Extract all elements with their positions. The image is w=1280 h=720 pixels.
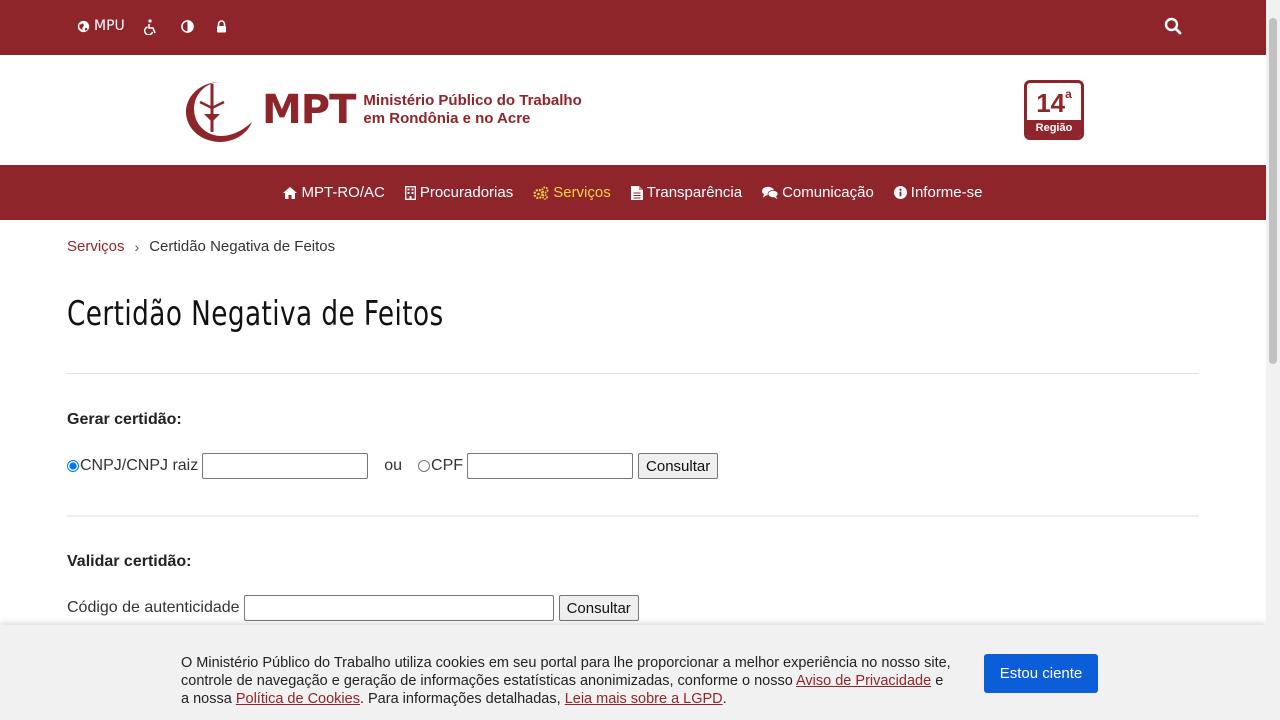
generate-consultar-button[interactable]: Consultar <box>638 453 719 479</box>
breadcrumb: Serviços › Certidão Negativa de Feitos <box>67 238 335 255</box>
cpf-input[interactable] <box>467 453 634 479</box>
divider <box>67 373 1199 374</box>
or-label: ou <box>384 457 403 474</box>
region-number: 14a <box>1036 87 1072 118</box>
info-icon <box>893 186 907 199</box>
logo-acronym: MPT <box>262 87 356 133</box>
nav-label: MPT-RO/AC <box>301 184 385 201</box>
contrast-icon <box>181 20 194 33</box>
cookie-text: O Ministério Público do Trabalho utiliza… <box>181 655 951 707</box>
breadcrumb-current: Certidão Negativa de Feitos <box>149 238 336 255</box>
nav-item-transparencia[interactable]: Transparência <box>630 184 743 201</box>
lock-icon <box>216 20 227 33</box>
scrollbar[interactable] <box>1266 0 1280 720</box>
cnpj-radio[interactable] <box>67 460 79 472</box>
accessibility-icon <box>144 19 158 35</box>
nav-item-servicos[interactable]: Serviços <box>533 184 611 201</box>
cpf-radio[interactable] <box>418 460 431 472</box>
chevron-right-icon: › <box>134 238 140 255</box>
privacy-notice-link[interactable]: Aviso de Privacidade <box>796 673 931 689</box>
cnpj-radio-label: CNPJ/CNPJ raiz <box>80 457 199 474</box>
file-icon <box>630 185 643 200</box>
validate-form: Código de autenticidade Consultar <box>67 595 639 621</box>
cnpj-input[interactable] <box>202 453 369 479</box>
mpu-link[interactable]: MPU <box>77 18 125 34</box>
home-icon <box>283 186 298 199</box>
nav-item-comunicacao[interactable]: Comunicação <box>762 184 874 201</box>
nav-item-procuradorias[interactable]: Procuradorias <box>404 184 514 201</box>
cogs-icon <box>533 186 549 200</box>
logo-fullname: Ministério Público do Trabalho em Rondôn… <box>363 92 581 128</box>
nav-label: Serviços <box>553 184 611 201</box>
nav-item-mpt-ro-ac[interactable]: MPT-RO/AC <box>283 184 385 201</box>
nav-item-informe-se[interactable]: Informe-se <box>893 184 983 201</box>
nav-label: Comunicação <box>782 184 874 201</box>
main-nav: MPT-RO/AC Procuradorias Serviços Transpa… <box>0 165 1266 220</box>
mpu-label: MPU <box>94 18 125 34</box>
nav-label: Transparência <box>646 184 743 201</box>
breadcrumb-link-servicos[interactable]: Serviços <box>67 238 125 255</box>
utility-bar: MPU <box>0 0 1266 55</box>
validate-heading: Validar certidão: <box>67 553 192 570</box>
mpt-logo[interactable]: MPT Ministério Público do Trabalho em Ro… <box>182 77 622 143</box>
search-icon <box>1164 17 1182 35</box>
code-label: Código de autenticidade <box>67 599 240 616</box>
globe-icon <box>77 20 90 33</box>
cookie-policy-link[interactable]: Política de Cookies <box>236 691 360 707</box>
building-icon <box>404 185 416 200</box>
comments-icon <box>762 186 779 199</box>
nav-label: Informe-se <box>910 184 983 201</box>
accessibility-button[interactable] <box>144 19 158 35</box>
cookie-banner: O Ministério Público do Trabalho utiliza… <box>0 625 1266 720</box>
region-badge: 14a Região <box>1024 80 1084 140</box>
cpf-radio-label: CPF <box>431 457 464 474</box>
login-button[interactable] <box>216 20 227 33</box>
site-header: MPT Ministério Público do Trabalho em Ro… <box>0 55 1266 165</box>
logo-name-line2: em Rondônia e no Acre <box>363 110 531 127</box>
generate-form: CNPJ/CNPJ raiz ou CPF Consultar <box>67 453 719 479</box>
region-label: Região <box>1027 120 1081 137</box>
mpt-emblem-icon <box>185 81 252 142</box>
validate-consultar-button[interactable]: Consultar <box>558 595 639 621</box>
scrollbar-thumb[interactable] <box>1269 18 1277 364</box>
divider <box>67 515 1199 517</box>
authenticity-code-input[interactable] <box>243 595 554 621</box>
page-title: Certidão Negativa de Feitos <box>67 294 444 334</box>
generate-heading: Gerar certidão: <box>67 411 182 428</box>
logo-name-line1: Ministério Público do Trabalho <box>363 92 582 109</box>
search-button[interactable] <box>1164 17 1182 35</box>
contrast-button[interactable] <box>181 20 194 33</box>
accept-cookies-button[interactable]: Estou ciente <box>984 654 1098 693</box>
nav-label: Procuradorias <box>419 184 514 201</box>
lgpd-link[interactable]: Leia mais sobre a LGPD <box>565 691 723 707</box>
